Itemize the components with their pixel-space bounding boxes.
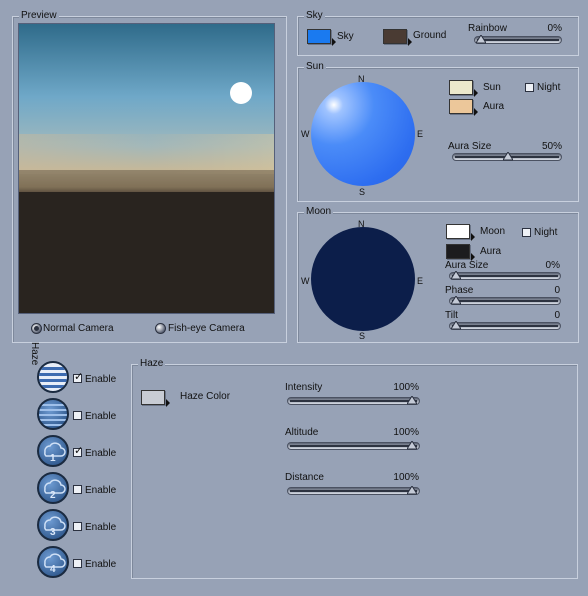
haze-altitude-label: Altitude [285,427,319,438]
sun-compass-s: S [359,187,366,197]
haze-intensity-value: 100% [393,382,419,393]
sun-aura-color-swatch[interactable] [449,99,478,116]
moon-aura-color-swatch[interactable] [446,244,475,261]
moon-phase-slider-thumb[interactable] [451,296,461,305]
sun-compass-n: N [358,74,365,84]
moon-tilt-value: 0 [554,310,560,321]
sun-compass-w: W [301,129,310,139]
haze-altitude-slider-thumb[interactable] [407,441,417,450]
moon-compass-s: S [359,331,366,341]
rainbow-slider[interactable] [474,35,562,44]
sun-color-swatch[interactable] [449,80,478,97]
haze-layer-1-enable-label[interactable]: Enable [85,374,116,386]
haze-layer-5-checkbox[interactable] [73,522,82,531]
haze-distance-slider[interactable] [287,486,420,495]
haze-sidebar-label: Haze [29,342,40,366]
sun-aura-size-label: Aura Size [448,141,492,152]
moon-compass-n: N [358,219,365,229]
haze-distance-value: 100% [393,472,419,483]
ground-color-swatch[interactable] [383,29,412,46]
moon-aura-size-slider[interactable] [449,271,561,280]
rainbow-value: 0% [547,23,562,34]
moon-aura-color-label: Aura [480,246,502,257]
normal-camera-label[interactable]: Normal Camera [43,323,114,335]
sky-preview-render[interactable] [18,23,275,314]
sun-aura-size-slider[interactable] [452,152,562,161]
moon-night-checkbox[interactable] [522,228,531,237]
cloud-1-number: 1 [50,453,56,464]
moon-aura-size-value: 0% [545,260,560,271]
haze-distance-slider-thumb[interactable] [407,486,417,495]
haze-layer-6-checkbox[interactable] [73,559,82,568]
normal-camera-radio[interactable] [31,323,42,334]
haze-lines-icon[interactable] [37,361,69,393]
moon-phase-slider[interactable] [449,296,561,305]
haze-layer-6-enable-label[interactable]: Enable [85,559,116,571]
haze-intensity-label: Intensity [285,382,323,393]
moon-tilt-slider[interactable] [449,321,561,330]
moon-aura-size-slider-thumb[interactable] [451,271,461,280]
sun-aura-size-slider-thumb[interactable] [503,152,513,161]
moon-phase-value: 0 [554,285,560,296]
haze-layer-5-enable-label[interactable]: Enable [85,522,116,534]
cloud-2-icon[interactable]: 2 [37,472,69,504]
cloud-2-number: 2 [50,490,56,501]
moon-tilt-slider-thumb[interactable] [451,321,461,330]
sun-disc [230,82,252,104]
moon-title: Moon [304,206,334,218]
haze-intensity-slider-thumb[interactable] [407,396,417,405]
sun-position-dial[interactable] [311,82,415,186]
moon-compass-w: W [301,276,310,286]
moon-position-dial[interactable] [311,227,415,331]
cloud-4-icon[interactable]: 4 [37,546,69,578]
haze-layer-4-checkbox[interactable] [73,485,82,494]
fisheye-camera-radio[interactable] [155,323,166,334]
sun-color-label: Sun [483,82,501,93]
cloud-3-number: 3 [50,527,56,538]
haze-layer-2-checkbox[interactable] [73,411,82,420]
sun-title: Sun [304,61,326,73]
moon-compass-e: E [417,276,424,286]
cloud-1-icon[interactable]: 1 [37,435,69,467]
rainbow-label: Rainbow [468,23,507,34]
ground-color-label: Ground [413,30,447,41]
haze-altitude-value: 100% [393,427,419,438]
cloud-3-icon[interactable]: 3 [37,509,69,541]
moon-night-label[interactable]: Night [534,227,557,239]
haze-title: Haze [138,358,166,370]
moon-color-swatch[interactable] [446,224,475,241]
haze-distance-label: Distance [285,472,324,483]
fisheye-camera-label[interactable]: Fish-eye Camera [168,323,245,335]
haze-layer-3-enable-label[interactable]: Enable [85,448,116,460]
haze-layer-3-checkbox[interactable] [73,445,83,457]
sky-color-label: Sky [337,31,354,42]
haze-altitude-slider[interactable] [287,441,420,450]
haze-color-label: Haze Color [180,391,231,402]
sun-aura-color-label: Aura [483,101,505,112]
haze-layer-1-checkbox[interactable] [73,371,83,383]
sun-compass-e: E [417,129,424,139]
sun-night-label[interactable]: Night [537,82,560,94]
moon-color-label: Moon [480,226,506,237]
preview-title: Preview [19,10,59,22]
rainbow-slider-thumb[interactable] [476,35,486,44]
haze-layer-2-enable-label[interactable]: Enable [85,411,116,423]
haze-intensity-slider[interactable] [287,396,420,405]
cloud-4-number: 4 [50,564,56,575]
haze-layer-4-enable-label[interactable]: Enable [85,485,116,497]
haze-dots-icon[interactable] [37,398,69,430]
sky-title: Sky [304,10,325,22]
sun-aura-size-value: 50% [541,141,562,152]
sun-night-checkbox[interactable] [525,83,534,92]
sky-preview-image [19,24,274,313]
haze-color-swatch[interactable] [141,390,170,407]
sky-color-swatch[interactable] [307,29,336,46]
